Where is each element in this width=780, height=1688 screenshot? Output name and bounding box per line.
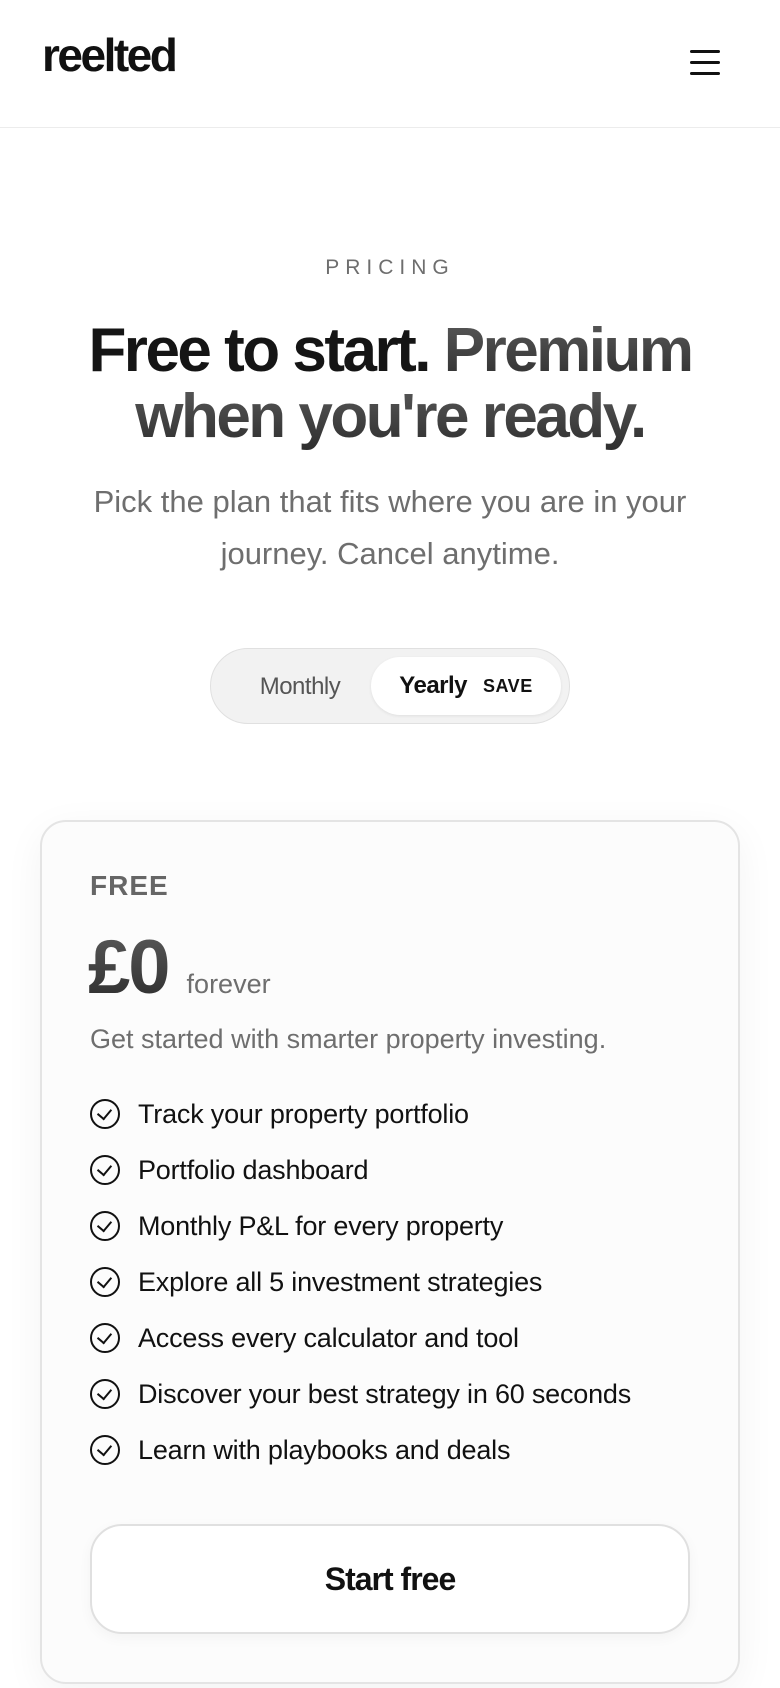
feature-list: Track your property portfolio Portfolio … [90,1086,710,1478]
check-circle-icon [90,1267,120,1297]
start-free-button[interactable]: Start free [90,1524,690,1634]
feature-item: Access every calculator and tool [90,1310,710,1366]
monthly-label: Monthly [259,673,341,700]
feature-item: Portfolio dashboard [90,1142,710,1198]
feature-label: Explore all 5 investment strategies [138,1266,543,1297]
feature-label: Portfolio dashboard [138,1154,369,1185]
feature-label: Learn with playbooks and deals [138,1434,511,1465]
pricing-eyebrow: PRICING [325,256,455,279]
feature-item: Learn with playbooks and deals [90,1422,710,1478]
check-circle-icon [90,1211,120,1241]
plan-name: FREE [90,870,169,901]
site-header: reelted [0,0,780,128]
feature-label: Monthly P&L for every property [138,1210,504,1241]
start-free-label: Start free [324,1560,456,1597]
feature-item: Monthly P&L for every property [90,1198,710,1254]
monthly-option[interactable]: Monthly [225,660,375,714]
feature-item: Explore all 5 investment strategies [90,1254,710,1310]
logo[interactable]: reelted [42,28,178,82]
billing-toggle: Monthly Yearly SAVE [210,648,570,724]
free-plan-card: FREE £0 forever Get started with smarter… [40,820,740,1684]
plan-price: £0 [88,925,171,1010]
feature-label: Access every calculator and tool [138,1322,519,1353]
check-circle-icon [90,1435,120,1465]
check-circle-icon [90,1379,120,1409]
save-badge: SAVE [483,675,533,696]
page-title: Free to start. Premium when you're ready… [60,318,720,450]
plan-description: Get started with smarter property invest… [90,1024,607,1054]
feature-item: Track your property portfolio [90,1086,710,1142]
feature-item: Discover your best strategy in 60 second… [90,1366,710,1422]
yearly-label: Yearly [399,672,468,699]
feature-label: Discover your best strategy in 60 second… [138,1378,632,1409]
check-circle-icon [90,1323,120,1353]
page-subtitle: Pick the plan that fits where you are in… [93,484,687,571]
check-circle-icon [90,1099,120,1129]
headline-part-1: Free to start. [88,316,431,385]
feature-label: Track your property portfolio [138,1098,469,1129]
yearly-option[interactable]: Yearly SAVE [371,657,561,715]
plan-period: forever [186,969,271,999]
hamburger-menu-icon[interactable] [683,46,727,82]
check-circle-icon [90,1155,120,1185]
price-row: £0 forever [88,924,271,1011]
